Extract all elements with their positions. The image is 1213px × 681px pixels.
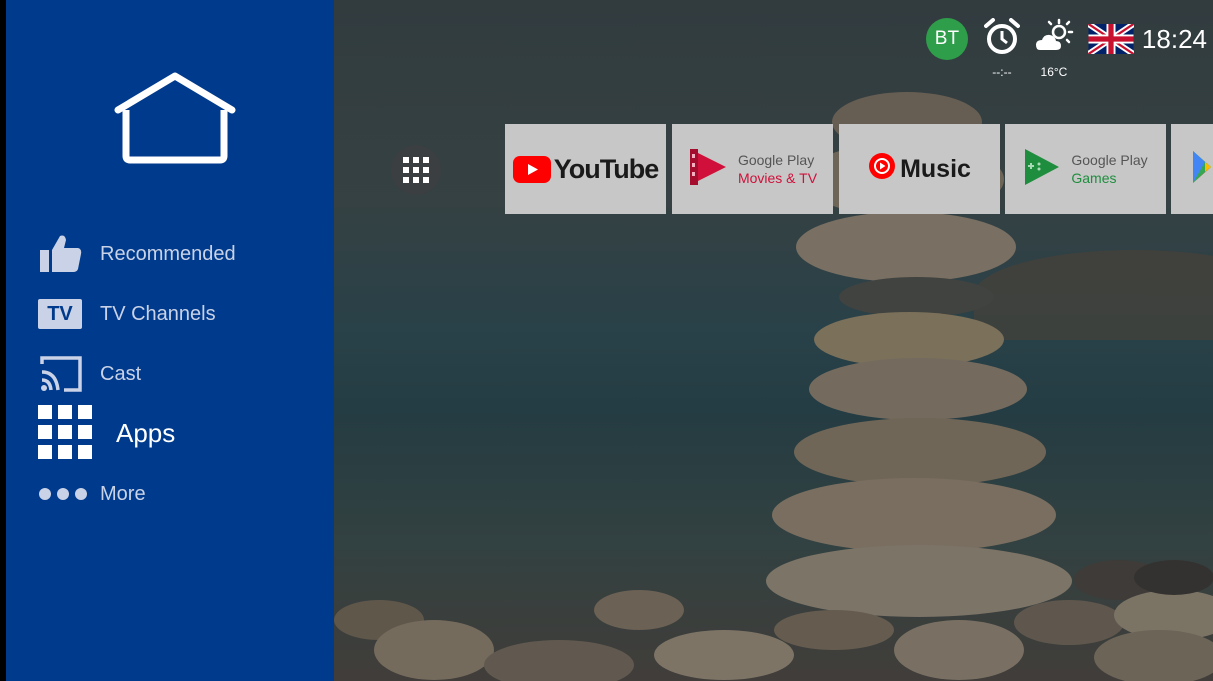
status-bar: BT --:-- 16°C 18:24 [925,18,1207,79]
app-tile-google-play-games[interactable]: Google Play Games [1005,124,1166,214]
alarm-widget[interactable]: --:-- [983,18,1020,79]
more-dots-icon [38,472,88,516]
music-icon [868,152,896,187]
clock-time: 18:24 [1141,24,1207,54]
sidebar-item-tv-channels[interactable]: TV TV Channels [38,292,216,336]
sidebar-item-label: Recommended [100,242,236,265]
apps-grid-icon [403,157,429,183]
weather-widget[interactable]: 16°C [1034,18,1074,79]
background-dim [334,0,1213,681]
app-tile-google-play-store[interactable] [1171,124,1213,214]
thumbs-up-icon [38,232,88,276]
app-tile-label: Google Play [737,152,815,168]
alarm-time: --:-- [992,65,1012,79]
apps-grid-icon [38,404,96,462]
weather-partly-sunny-icon [1034,18,1074,61]
tv-home-screen: Recommended TV TV Channels Cast Apps Mor… [0,0,1213,681]
app-tile-google-play-movies[interactable]: Google Play Movies & TV [672,124,833,214]
all-apps-button[interactable] [391,145,441,195]
app-tile-sublabel: Movies & TV [737,170,818,186]
play-movies-icon [688,145,728,194]
sidebar-item-label: TV Channels [100,302,216,325]
app-tile-label: Google Play [1071,152,1148,168]
play-games-icon [1023,147,1061,192]
cast-icon [38,352,88,396]
temperature: 16°C [1040,65,1068,79]
sidebar-item-more[interactable]: More [38,472,146,516]
sidebar-item-label: More [100,482,146,505]
youtube-play-icon [512,155,551,183]
sidebar-item-recommended[interactable]: Recommended [38,232,236,276]
tv-icon: TV [38,292,88,336]
app-tile-music[interactable]: Music [839,124,1000,214]
app-tile-sublabel: Games [1071,170,1117,186]
sidebar-item-cast[interactable]: Cast [38,352,141,396]
sidebar-item-apps[interactable]: Apps [38,404,175,462]
app-tile-label: Music [900,154,971,183]
app-tile-label: YouTube [553,153,659,184]
home-icon[interactable] [110,68,240,168]
play-store-icon [1191,149,1213,190]
sidebar-item-label: Cast [100,362,142,385]
uk-flag-icon[interactable] [1086,21,1136,59]
sidebar-item-label: Apps [116,417,176,448]
alarm-clock-icon [983,18,1020,61]
app-tile-youtube[interactable]: YouTube [505,124,666,214]
avatar[interactable]: BT [925,18,968,60]
sidebar: Recommended TV TV Channels Cast Apps Mor… [6,0,334,681]
